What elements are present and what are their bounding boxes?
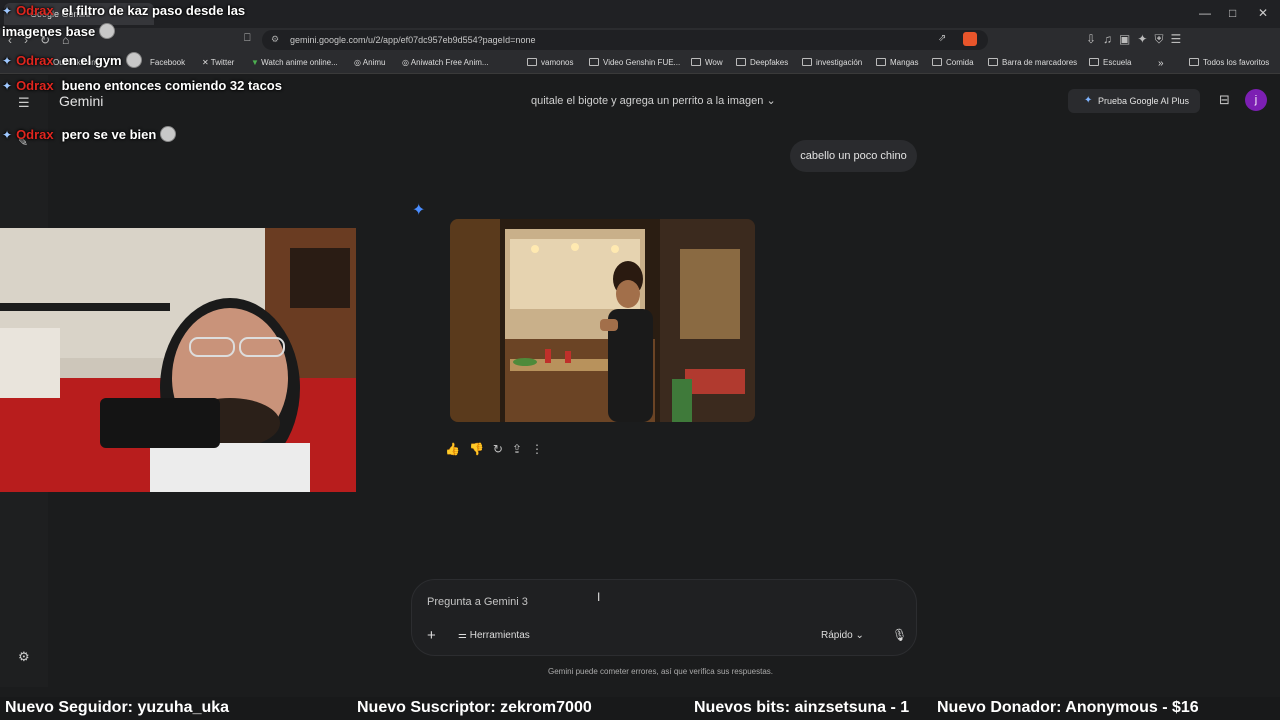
conversation-title[interactable]: quitale el bigote y agrega un perrito a … [531, 94, 776, 107]
url-text: gemini.google.com/u/2/app/ef07dc957eb9d5… [290, 35, 536, 45]
chevron-down-icon: ⌄ [855, 630, 864, 641]
folder-icon [589, 58, 599, 66]
menu-icon[interactable]: ☰ [18, 95, 30, 111]
chat-username: Odrax [16, 127, 54, 142]
brave-shield-icon[interactable] [963, 32, 977, 46]
share-icon[interactable]: ⇗ [938, 33, 946, 44]
chat-text: pero se ve bien [61, 127, 157, 142]
chat-message: ✦ Odrax pero se ve bien [2, 126, 177, 142]
bookmark-item[interactable]: Facebook [150, 58, 185, 67]
bookmark-folder[interactable]: Deepfakes [736, 58, 788, 67]
folder-icon [736, 58, 746, 66]
chat-text: el filtro de kaz paso desde las [61, 3, 246, 18]
globe-icon: ◎ [354, 58, 363, 67]
folder-icon [876, 58, 886, 66]
folder-icon [802, 58, 812, 66]
chat-message: ✦ Odrax bueno entonces comiendo 32 tacos [2, 78, 282, 93]
disclaimer: Gemini puede cometer errores, así que ve… [548, 667, 773, 676]
text-cursor-icon: I [597, 590, 601, 604]
response-actions: 👍👎↻⇪⋮ [445, 442, 552, 456]
x-icon: ✕ [202, 58, 211, 67]
bookmark-folder[interactable]: Wow [691, 58, 723, 67]
upgrade-button[interactable]: ✦ Prueba Google AI Plus [1068, 89, 1200, 113]
ticker-bits: Nuevos bits: ainzsetsuna - 1 [694, 699, 910, 716]
url-field[interactable]: ⚙ gemini.google.com/u/2/app/ef07dc957eb9… [262, 30, 988, 50]
folder-icon [932, 58, 942, 66]
stream-ticker: Nuevo Seguidor: yuzuha_uka Nuevo Suscrip… [0, 697, 1280, 720]
prompt-input[interactable]: Pregunta a Gemini 3 [427, 596, 528, 608]
tools-button[interactable]: ⚌ Herramientas [458, 630, 530, 641]
generated-image-scene [450, 219, 755, 422]
bookmark-folder[interactable]: vamonos [527, 58, 573, 67]
add-attachment-icon[interactable]: + [427, 627, 436, 644]
more-bookmarks-icon[interactable]: » [1158, 58, 1164, 69]
bookmark-folder[interactable]: investigación [802, 58, 862, 67]
bookmark-item[interactable]: ◎ Aniwatch Free Anim... [402, 58, 489, 67]
emote-icon [125, 52, 142, 68]
bookmark-folder[interactable]: Escuela [1089, 58, 1131, 67]
bookmark-item[interactable]: ✕ Twitter [202, 58, 234, 67]
webcam-feed [0, 228, 356, 492]
sparkle-icon: ✦ [2, 79, 13, 93]
all-bookmarks-folder[interactable]: Todos los favoritos [1189, 58, 1269, 67]
ticker-follower: Nuevo Seguidor: yuzuha_uka [5, 699, 230, 716]
chat-username: Odrax [16, 78, 54, 93]
shield-icon: ▼ [251, 58, 262, 67]
folder-icon [1089, 58, 1099, 66]
chat-text: en el gym [61, 53, 122, 68]
bookmark-folder[interactable]: Mangas [876, 58, 918, 67]
bookmark-folder[interactable]: Comida [932, 58, 974, 67]
ticker-subscriber: Nuevo Suscriptor: zekrom7000 [357, 699, 592, 716]
folder-icon [988, 58, 998, 66]
folder-icon [691, 58, 701, 66]
ticker-donor: Nuevo Donador: Anonymous - $16 [937, 699, 1199, 716]
microphone-icon[interactable]: 🎙 [892, 628, 907, 642]
bookmarks-bar: Outlook.com Facebook ✕ Twitter ▼ Watch a… [0, 52, 1280, 74]
sparkle-icon: ✦ [2, 4, 13, 18]
webcam-overlay [0, 228, 356, 492]
bookmark-icon[interactable]: ⎕ [244, 32, 251, 45]
avatar[interactable]: j [1245, 89, 1267, 111]
regenerate-icon[interactable]: ↻ [493, 442, 512, 456]
generated-image[interactable] [450, 219, 755, 422]
chat-username: Odrax [16, 53, 54, 68]
chat-username: Odrax [16, 3, 54, 18]
mode-selector[interactable]: Rápido ⌄ [821, 630, 864, 641]
bookmark-folder[interactable]: Video Genshin FUE... [589, 58, 680, 67]
app-brand: Gemini [59, 93, 104, 109]
chat-text: bueno entonces comiendo 32 tacos [61, 78, 282, 93]
globe-icon: ◎ [402, 58, 411, 67]
more-options-icon[interactable]: ⋮ [531, 442, 552, 456]
chat-message: imagenes base [2, 23, 116, 39]
bookmark-folder[interactable]: Barra de marcadores [988, 58, 1077, 67]
settings-icon[interactable]: ⚙ [18, 649, 30, 665]
site-info-icon[interactable]: ⚙ [271, 34, 279, 45]
sparkle-icon: ✦ [2, 54, 13, 68]
prompt-composer: Pregunta a Gemini 3 + ⚌ Herramientas Ráp… [411, 579, 917, 656]
sparkle-icon: ✦ [1084, 95, 1093, 106]
maximize-icon[interactable]: □ [1229, 6, 1236, 20]
chevron-down-icon: ⌄ [766, 95, 776, 107]
emote-icon [99, 23, 116, 39]
bookmark-item[interactable]: ◎ Animu [354, 58, 385, 67]
sparkle-icon: ✦ [2, 128, 13, 142]
chat-text: imagenes base [2, 24, 96, 39]
bookmark-item[interactable]: ▼ Watch anime online... [251, 58, 338, 67]
tools-icon: ⚌ [458, 630, 470, 641]
chat-message: ✦ Odrax en el gym [2, 52, 142, 68]
share-icon[interactable]: ⇪ [512, 442, 531, 456]
emote-icon [160, 126, 177, 142]
chat-message: ✦ Odrax el filtro de kaz paso desde las [2, 3, 245, 18]
folder-icon [527, 58, 537, 66]
thumbs-up-icon[interactable]: 👍 [445, 442, 469, 456]
temporary-chat-icon[interactable]: ⊟ [1219, 92, 1230, 108]
close-icon[interactable]: ✕ [1258, 6, 1268, 20]
minimize-icon[interactable]: — [1199, 6, 1211, 20]
user-message: cabello un poco chino [790, 140, 917, 172]
folder-icon [1189, 58, 1199, 66]
thumbs-down-icon[interactable]: 👎 [469, 442, 493, 456]
address-bar-row: ‹›↻⌂ ⎕ ⚙ gemini.google.com/u/2/app/ef07d… [0, 28, 1280, 52]
toolbar-icons[interactable]: ⇩♫▣✦⛨☰ [1086, 32, 1188, 47]
gemini-sparkle-icon: ✦ [412, 202, 426, 219]
